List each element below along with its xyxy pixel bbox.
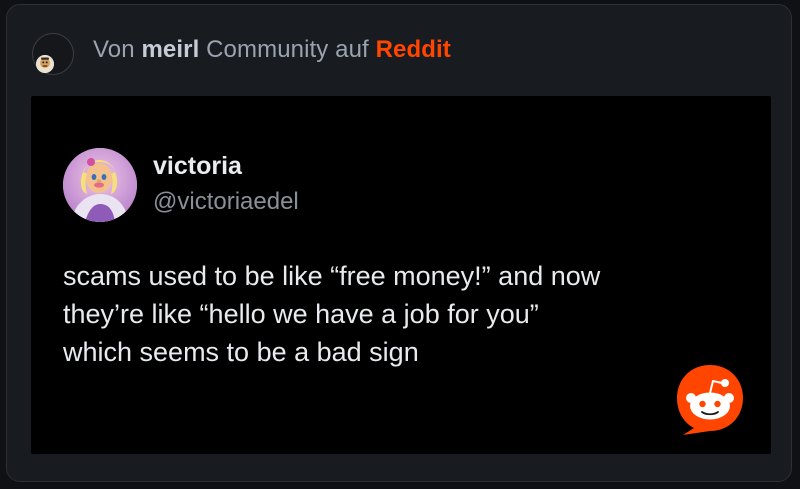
tweet-handle: @victoriaedel <box>153 188 299 215</box>
tweet-display-name: victoria <box>153 152 242 180</box>
header-prefix: Von <box>93 36 135 63</box>
embed-header: Von meirl Community auf Reddit <box>7 5 791 95</box>
community-avatar[interactable] <box>32 33 74 75</box>
reddit-embed-card[interactable]: Von meirl Community auf Reddit victoria … <box>6 4 792 482</box>
post-media-image[interactable]: victoria @victoriaedel scams used to be … <box>31 96 771 454</box>
tweet-body: scams used to be like “free money!” and … <box>63 257 743 371</box>
header-middle: Community auf <box>206 36 369 63</box>
tweet-line: which seems to be a bad sign <box>63 337 419 367</box>
reddit-link[interactable]: Reddit <box>376 36 451 63</box>
embed-source-line: Von meirl Community auf Reddit <box>93 36 451 64</box>
tweet-line: scams used to be like “free money!” and … <box>63 261 601 291</box>
profile-avatar-icon <box>63 148 137 222</box>
community-name-link[interactable]: meirl <box>141 36 199 63</box>
reddit-snoo-icon <box>674 362 746 438</box>
meirl-community-avatar-icon <box>36 55 54 73</box>
tweet-line: they’re like “hello we have a job for yo… <box>63 299 539 329</box>
